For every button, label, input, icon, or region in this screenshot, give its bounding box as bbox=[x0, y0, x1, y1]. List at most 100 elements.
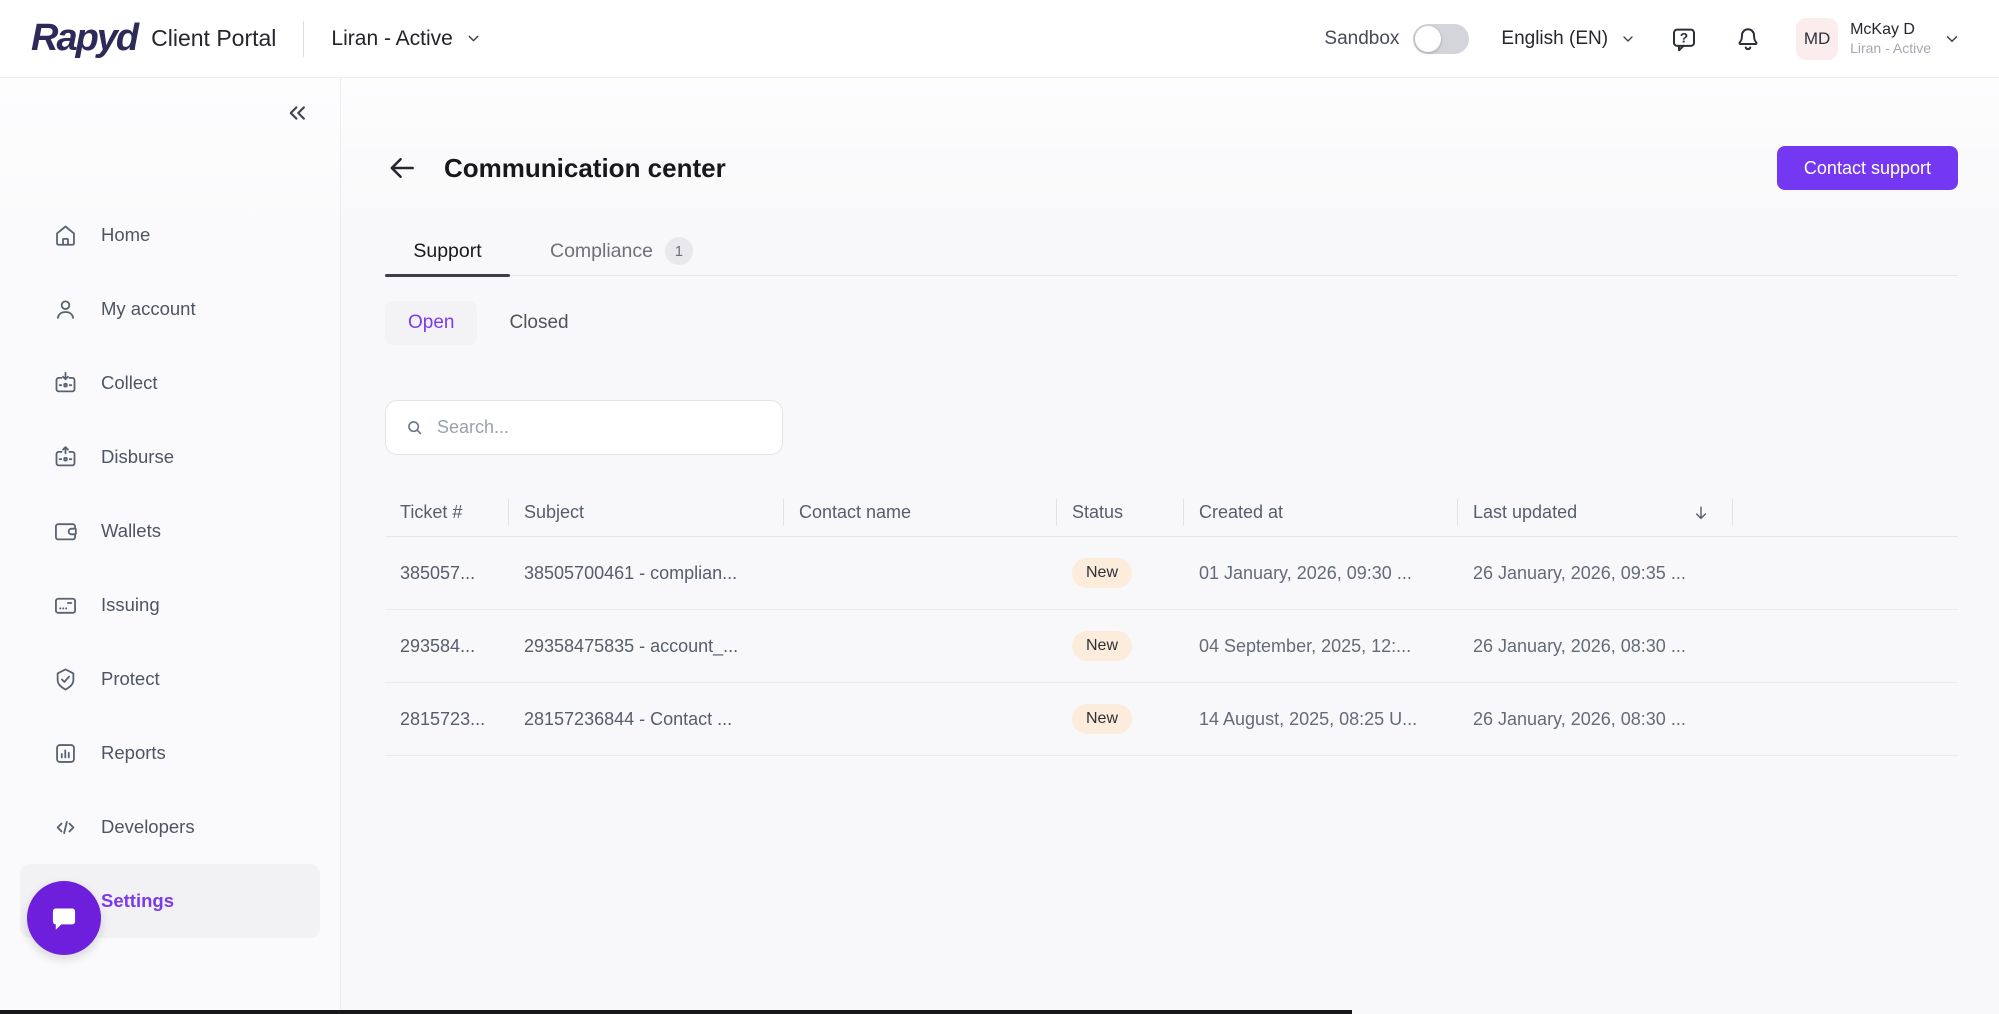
sidebar: Home My account Collect Disburse bbox=[0, 78, 341, 1014]
column-header-last-updated[interactable]: Last updated bbox=[1458, 489, 1733, 536]
user-icon bbox=[52, 296, 79, 323]
table-row[interactable]: 2815723... 28157236844 - Contact ... New… bbox=[385, 683, 1958, 756]
disburse-icon bbox=[52, 444, 79, 471]
column-header-ticket[interactable]: Ticket # bbox=[385, 489, 509, 536]
chat-widget-button[interactable] bbox=[27, 881, 101, 955]
sandbox-label: Sandbox bbox=[1324, 28, 1399, 50]
sandbox-control: Sandbox bbox=[1324, 24, 1469, 54]
main-content: Communication center Contact support Sup… bbox=[341, 78, 1999, 1014]
card-icon bbox=[52, 592, 79, 619]
tab-label: Support bbox=[413, 240, 481, 263]
tab-bar: Support Compliance 1 bbox=[385, 227, 1958, 276]
user-org: Liran - Active bbox=[1850, 40, 1931, 58]
sidebar-item-collect[interactable]: Collect bbox=[20, 346, 320, 420]
double-chevron-left-icon bbox=[282, 98, 312, 128]
tab-compliance[interactable]: Compliance 1 bbox=[540, 227, 703, 275]
column-header-subject[interactable]: Subject bbox=[509, 489, 784, 536]
cell-status: New bbox=[1057, 704, 1184, 734]
sidebar-item-label: Protect bbox=[101, 668, 160, 690]
column-header-status[interactable]: Status bbox=[1057, 489, 1184, 536]
cell-status: New bbox=[1057, 631, 1184, 661]
toggle-knob bbox=[1415, 26, 1441, 52]
search-box bbox=[385, 400, 783, 455]
search-input[interactable] bbox=[437, 417, 764, 438]
sidebar-item-issuing[interactable]: Issuing bbox=[20, 568, 320, 642]
cell-subject: 29358475835 - account_... bbox=[509, 636, 784, 657]
home-icon bbox=[52, 222, 79, 249]
user-menu[interactable]: MD McKay D Liran - Active bbox=[1796, 18, 1961, 60]
header-divider bbox=[303, 21, 304, 57]
collect-icon bbox=[52, 370, 79, 397]
page-header: Communication center Contact support bbox=[385, 146, 1958, 190]
column-header-contact-name[interactable]: Contact name bbox=[784, 489, 1057, 536]
sidebar-item-label: Reports bbox=[101, 742, 166, 764]
sidebar-item-home[interactable]: Home bbox=[20, 198, 320, 272]
org-selector-label: Liran - Active bbox=[331, 27, 452, 51]
help-button[interactable]: ? bbox=[1668, 23, 1700, 55]
help-icon: ? bbox=[1669, 24, 1699, 54]
product-name: Client Portal bbox=[151, 25, 276, 52]
cell-status: New bbox=[1057, 558, 1184, 588]
tab-support[interactable]: Support bbox=[385, 227, 510, 275]
status-filter: Open Closed bbox=[385, 301, 1958, 345]
sidebar-item-label: Issuing bbox=[101, 594, 160, 616]
table-row[interactable]: 385057... 38505700461 - complian... New … bbox=[385, 537, 1958, 610]
rapyd-logo: Rapyd bbox=[31, 17, 137, 60]
status-badge: New bbox=[1072, 558, 1132, 588]
sidebar-item-label: My account bbox=[101, 298, 196, 320]
table-header-row: Ticket # Subject Contact name Status Cre… bbox=[385, 489, 1958, 537]
avatar: MD bbox=[1796, 18, 1838, 60]
filter-open[interactable]: Open bbox=[385, 301, 477, 345]
status-badge: New bbox=[1072, 704, 1132, 734]
cell-last-updated: 26 January, 2026, 08:30 ... bbox=[1458, 636, 1733, 657]
user-name: McKay D bbox=[1850, 20, 1931, 40]
page-title: Communication center bbox=[444, 153, 726, 184]
tab-label: Compliance bbox=[550, 240, 653, 263]
collapse-sidebar-button[interactable] bbox=[282, 98, 312, 128]
cell-created-at: 04 September, 2025, 12:... bbox=[1184, 636, 1458, 657]
cell-last-updated: 26 January, 2026, 09:35 ... bbox=[1458, 563, 1733, 584]
org-selector[interactable]: Liran - Active bbox=[331, 27, 481, 51]
sidebar-item-label: Developers bbox=[101, 816, 195, 838]
language-selector[interactable]: English (EN) bbox=[1501, 28, 1636, 50]
sidebar-item-developers[interactable]: Developers bbox=[20, 790, 320, 864]
sort-descending-icon bbox=[1691, 503, 1711, 523]
code-icon bbox=[52, 814, 79, 841]
sidebar-item-label: Home bbox=[101, 224, 150, 246]
tickets-table: Ticket # Subject Contact name Status Cre… bbox=[385, 489, 1958, 756]
sidebar-item-label: Disburse bbox=[101, 446, 174, 468]
cell-created-at: 01 January, 2026, 09:30 ... bbox=[1184, 563, 1458, 584]
cell-ticket: 385057... bbox=[385, 563, 509, 584]
contact-support-button[interactable]: Contact support bbox=[1777, 146, 1958, 190]
chevron-down-icon bbox=[1943, 30, 1961, 48]
chevron-down-icon bbox=[465, 30, 482, 47]
cell-subject: 28157236844 - Contact ... bbox=[509, 709, 784, 730]
sidebar-nav: Home My account Collect Disburse bbox=[0, 78, 340, 938]
sandbox-toggle[interactable] bbox=[1413, 24, 1469, 54]
sidebar-item-my-account[interactable]: My account bbox=[20, 272, 320, 346]
svg-text:?: ? bbox=[1680, 30, 1688, 45]
sidebar-item-protect[interactable]: Protect bbox=[20, 642, 320, 716]
column-header-created-at[interactable]: Created at bbox=[1184, 489, 1458, 536]
back-button[interactable] bbox=[385, 151, 419, 185]
sidebar-item-disburse[interactable]: Disburse bbox=[20, 420, 320, 494]
sidebar-item-wallets[interactable]: Wallets bbox=[20, 494, 320, 568]
cell-ticket: 2815723... bbox=[385, 709, 509, 730]
shield-check-icon bbox=[52, 666, 79, 693]
bottom-edge-bar bbox=[0, 1010, 1352, 1014]
chevron-down-icon bbox=[1620, 31, 1636, 47]
wallet-icon bbox=[52, 518, 79, 545]
sidebar-item-reports[interactable]: Reports bbox=[20, 716, 320, 790]
top-header: Rapyd Client Portal Liran - Active Sandb… bbox=[0, 0, 1999, 78]
cell-last-updated: 26 January, 2026, 08:30 ... bbox=[1458, 709, 1733, 730]
filter-closed[interactable]: Closed bbox=[505, 301, 572, 345]
cell-subject: 38505700461 - complian... bbox=[509, 563, 784, 584]
tab-count-badge: 1 bbox=[665, 237, 693, 265]
notifications-button[interactable] bbox=[1732, 23, 1764, 55]
report-icon bbox=[52, 740, 79, 767]
cell-created-at: 14 August, 2025, 08:25 U... bbox=[1184, 709, 1458, 730]
chat-bubble-icon bbox=[45, 899, 83, 937]
bell-icon bbox=[1733, 24, 1763, 54]
sidebar-item-label: Wallets bbox=[101, 520, 161, 542]
table-row[interactable]: 293584... 29358475835 - account_... New … bbox=[385, 610, 1958, 683]
